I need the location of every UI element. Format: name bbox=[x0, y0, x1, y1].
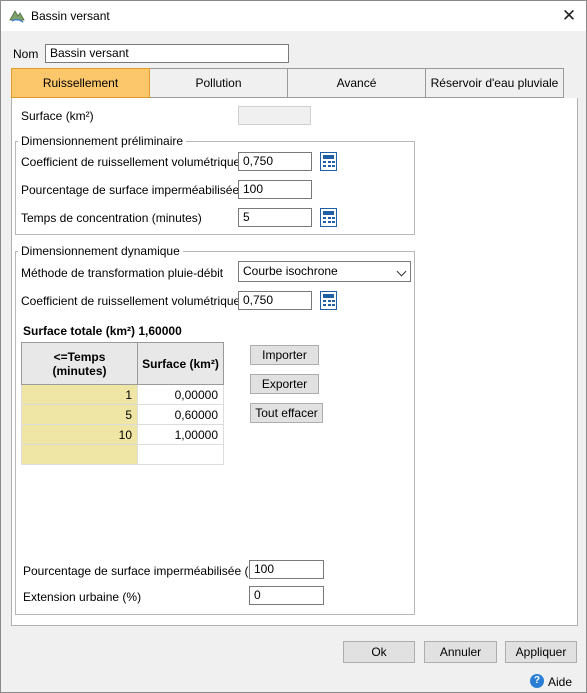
close-icon[interactable]: ✕ bbox=[557, 4, 581, 28]
export-button[interactable]: Exporter bbox=[250, 374, 319, 394]
prelim-pct-field[interactable]: 100 bbox=[238, 180, 312, 199]
cancel-button[interactable]: Annuler bbox=[424, 641, 497, 663]
ok-button[interactable]: Ok bbox=[343, 641, 415, 663]
prelim-coef-label: Coefficient de ruissellement volumétriqu… bbox=[21, 155, 241, 169]
import-button[interactable]: Importer bbox=[250, 345, 319, 365]
method-label: Méthode de transformation pluie-débit bbox=[21, 266, 224, 280]
table-cell-surface[interactable]: 1,00000 bbox=[137, 424, 224, 445]
dynamic-pct-label: Pourcentage de surface imperméabilisée (… bbox=[23, 564, 264, 578]
surface-label: Surface (km²) bbox=[21, 109, 94, 123]
table-cell-surface[interactable]: 0,00000 bbox=[137, 384, 224, 405]
table-row bbox=[21, 444, 224, 465]
dynamic-pct-field[interactable]: 100 bbox=[249, 560, 324, 579]
calculator-icon[interactable] bbox=[320, 152, 337, 171]
prelim-coef-field[interactable]: 0,750 bbox=[238, 152, 312, 171]
column-header-surface[interactable]: Surface (km²) bbox=[137, 342, 224, 385]
prelim-legend: Dimensionnement préliminaire bbox=[18, 134, 187, 148]
isochrone-table: <=Temps (minutes) Surface (km²) 1 0,0000… bbox=[21, 342, 224, 465]
prelim-temps-label: Temps de concentration (minutes) bbox=[21, 211, 202, 225]
dialog-window: Bassin versant ✕ Nom Bassin versant Ruis… bbox=[0, 0, 587, 693]
prelim-temps-field[interactable]: 5 bbox=[238, 208, 312, 227]
name-label: Nom bbox=[13, 47, 39, 61]
dynamic-coef-label: Coefficient de ruissellement volumétriqu… bbox=[21, 294, 241, 308]
table-row: 5 0,60000 bbox=[21, 404, 224, 425]
table-cell-temps[interactable]: 10 bbox=[21, 424, 138, 445]
prelim-pct-label: Pourcentage de surface imperméabilisée (… bbox=[21, 183, 262, 197]
column-header-temps[interactable]: <=Temps (minutes) bbox=[21, 342, 138, 385]
name-field[interactable]: Bassin versant bbox=[45, 44, 289, 63]
app-icon bbox=[9, 10, 25, 23]
tab-avance[interactable]: Avancé bbox=[288, 68, 426, 98]
tab-ruissellement[interactable]: Ruissellement bbox=[11, 68, 150, 98]
help-icon[interactable]: ? bbox=[530, 674, 544, 688]
method-select[interactable]: Courbe isochrone bbox=[238, 261, 411, 282]
clear-all-button[interactable]: Tout effacer bbox=[250, 403, 323, 423]
help-link[interactable]: Aide bbox=[548, 675, 572, 689]
dynamic-legend: Dimensionnement dynamique bbox=[18, 244, 183, 258]
surface-field bbox=[238, 106, 311, 125]
tab-reservoir[interactable]: Réservoir d'eau pluviale bbox=[426, 68, 564, 98]
method-selected: Courbe isochrone bbox=[243, 264, 338, 278]
table-cell-surface[interactable] bbox=[137, 444, 224, 465]
table-row: 1 0,00000 bbox=[21, 384, 224, 405]
dynamic-coef-field[interactable]: 0,750 bbox=[238, 291, 312, 310]
window-title: Bassin versant bbox=[31, 9, 110, 23]
table-cell-temps[interactable] bbox=[21, 444, 138, 465]
table-row: 10 1,00000 bbox=[21, 424, 224, 445]
urban-extension-field[interactable]: 0 bbox=[249, 586, 324, 605]
chevron-down-icon bbox=[396, 266, 407, 277]
table-cell-temps[interactable]: 5 bbox=[21, 404, 138, 425]
title-bar: Bassin versant ✕ bbox=[1, 1, 586, 31]
total-surface-label: Surface totale (km²) 1,60000 bbox=[23, 324, 182, 338]
calculator-icon[interactable] bbox=[320, 208, 337, 227]
urban-extension-label: Extension urbaine (%) bbox=[23, 590, 142, 604]
calculator-icon[interactable] bbox=[320, 291, 337, 310]
apply-button[interactable]: Appliquer bbox=[505, 641, 577, 663]
table-cell-temps[interactable]: 1 bbox=[21, 384, 138, 405]
tab-pollution[interactable]: Pollution bbox=[150, 68, 288, 98]
table-cell-surface[interactable]: 0,60000 bbox=[137, 404, 224, 425]
